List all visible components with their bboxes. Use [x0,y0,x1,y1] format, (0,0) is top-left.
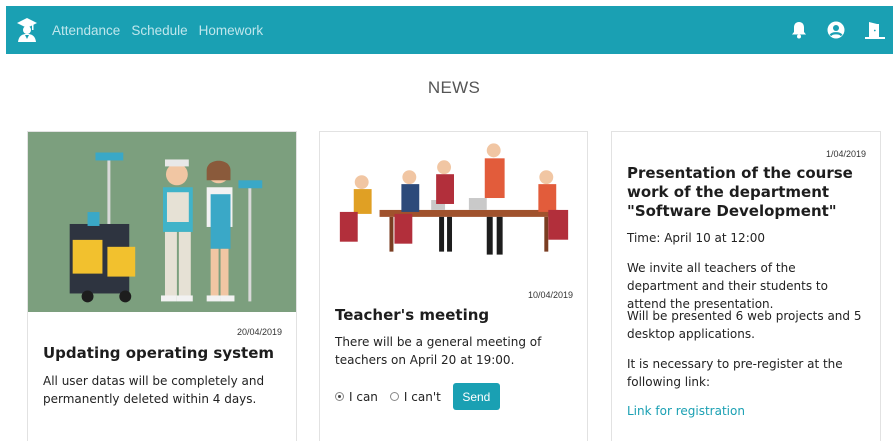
news-title: Teacher's meeting [335,306,490,324]
nav-schedule[interactable]: Schedule [131,23,187,38]
news-title: Updating operating system [43,344,275,362]
nav-attendance[interactable]: Attendance [52,23,120,38]
main-nav: Attendance Schedule Homework [52,23,263,38]
cleaning-staff-illustration [28,132,296,312]
news-card-teacher-meeting: 10/04/2019 Teacher's meeting There will … [319,131,588,441]
news-card-os-update: 20/04/2019 Updating operating system All… [27,131,297,441]
radio-label: I can't [403,389,441,404]
registration-link[interactable]: Link for registration [627,404,745,418]
news-paragraph: It is necessary to pre-register at the f… [627,357,843,389]
radio-i-can[interactable]: I can [335,390,378,404]
radio-indicator-checked[interactable] [335,392,344,401]
exit-door-icon[interactable] [865,21,885,39]
news-paragraph: We invite all teachers of the department… [627,261,828,311]
news-card-presentation: 1/04/2019 Presentation of the course wor… [611,131,881,441]
news-body: There will be a general meeting of teach… [335,335,542,367]
news-title: Presentation of the course work of the d… [627,164,853,220]
header-actions [791,21,885,39]
bell-icon[interactable] [791,21,807,39]
page-title: NEWS [427,78,481,97]
news-paragraph: Will be presented 6 web projects and 5 d… [627,309,862,341]
meeting-illustration [320,132,587,270]
attendance-options: I can I can't Send [335,383,500,410]
radio-label: I can [349,389,378,404]
news-date: 20/04/2019 [236,327,282,337]
news-body: All user datas will be completely and pe… [43,374,265,406]
radio-i-cant[interactable]: I can't [389,389,441,404]
user-circle-icon[interactable] [827,21,845,39]
send-button[interactable]: Send [452,383,500,410]
graduate-logo-icon[interactable] [16,17,38,43]
nav-homework[interactable]: Homework [199,23,264,38]
news-time: Time: April 10 at 12:00 [627,231,766,245]
radio-indicator[interactable] [389,392,399,401]
news-date: 10/04/2019 [527,290,573,300]
news-date: 1/04/2019 [825,149,866,159]
top-navbar: Attendance Schedule Homework [6,6,893,54]
